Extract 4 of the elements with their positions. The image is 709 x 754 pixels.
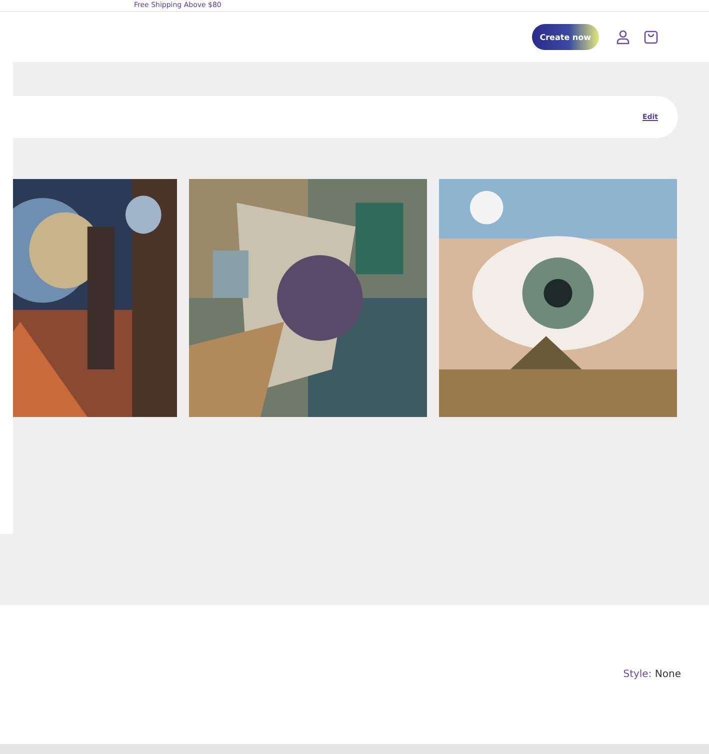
account-icon[interactable] [615, 29, 631, 45]
create-now-button[interactable]: Create now [532, 24, 599, 50]
cart-icon[interactable] [643, 29, 659, 45]
style-option-text: Style: None [623, 669, 681, 680]
